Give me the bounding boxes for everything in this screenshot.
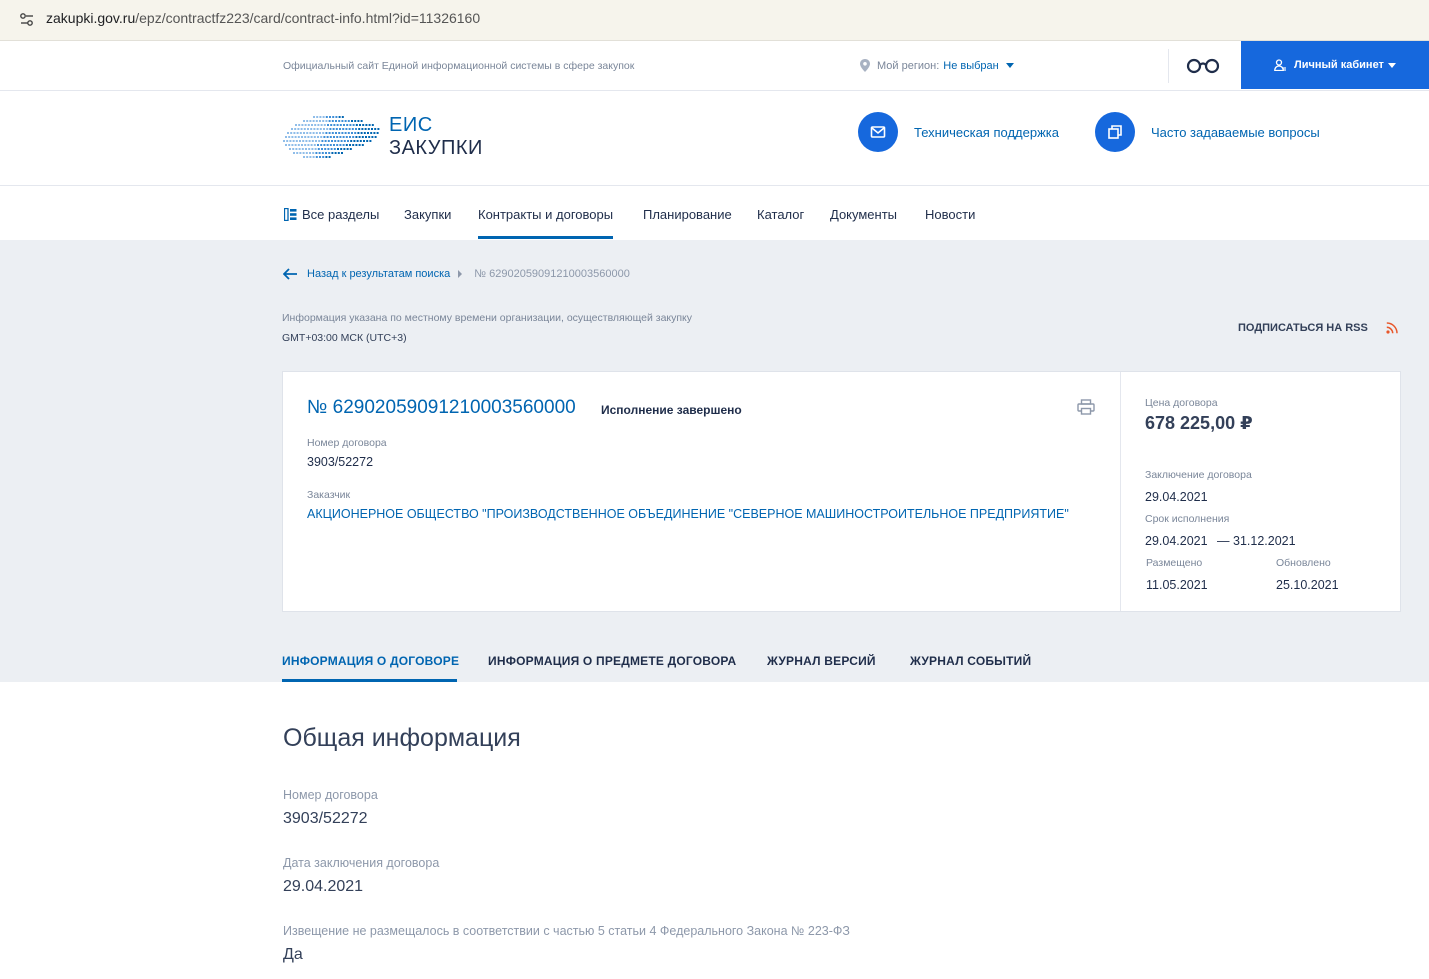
tech-support-link[interactable]: Техническая поддержка: [858, 112, 1059, 152]
conclusion-date: 29.04.2021: [1145, 490, 1208, 504]
breadcrumb-current: № 62902059091210003560000: [474, 268, 630, 280]
logo-line1: ЕИС: [389, 114, 433, 136]
back-to-results-link[interactable]: Назад к результатам поиска: [307, 268, 450, 280]
nav-item-documents[interactable]: Документы: [830, 204, 897, 224]
browser-address-bar: zakupki.gov.ru/epz/contractfz223/card/co…: [0, 0, 1429, 41]
main-nav: Все разделы Закупки Контракты и договоры…: [0, 186, 1429, 240]
mail-icon-circle: [858, 112, 898, 152]
arrow-left-icon[interactable]: [283, 268, 298, 280]
logo-line2: ЗАКУПКИ: [389, 137, 483, 159]
accessibility-glasses-icon[interactable]: [1186, 57, 1220, 75]
print-icon[interactable]: [1077, 399, 1095, 415]
updated-date: 25.10.2021: [1276, 578, 1339, 592]
personal-cabinet-button[interactable]: Личный кабинет: [1241, 41, 1429, 89]
term-label: Срок исполнения: [1145, 513, 1230, 525]
status-badge: Исполнение завершено: [601, 403, 742, 417]
divider: [1168, 49, 1169, 83]
contract-card-main: № 62902059091210003560000 Исполнение зав…: [283, 372, 1121, 611]
site-settings-icon[interactable]: [18, 11, 36, 29]
nav-item-purchases[interactable]: Закупки: [404, 204, 451, 224]
tab-contract-subject[interactable]: ИНФОРМАЦИЯ О ПРЕДМЕТЕ ДОГОВОРА: [488, 654, 736, 668]
nav-item-all-sections[interactable]: Все разделы: [284, 204, 379, 224]
timezone-value: GMT+03:00 МСК (UTC+3): [282, 332, 407, 344]
field-value: Да: [283, 946, 303, 963]
placed-label: Размещено: [1146, 557, 1203, 569]
active-tab-underline: [282, 679, 457, 682]
contract-header-band: Назад к результатам поиска № 62902059091…: [0, 240, 1429, 682]
nav-item-news[interactable]: Новости: [925, 204, 975, 224]
url-text[interactable]: zakupki.gov.ru/epz/contractfz223/card/co…: [46, 10, 480, 26]
term-end: 31.12.2021: [1233, 534, 1296, 548]
contract-card: № 62902059091210003560000 Исполнение зав…: [282, 371, 1401, 612]
field-label: Дата заключения договора: [283, 856, 440, 870]
chevron-down-icon: [1005, 63, 1014, 68]
user-icon: [1274, 59, 1287, 71]
field-value: 3903/52272: [283, 810, 368, 827]
price-value: 678 225,00 ₽: [1145, 413, 1253, 433]
nav-item-planning[interactable]: Планирование: [643, 204, 732, 224]
cabinet-label: Личный кабинет: [1294, 59, 1384, 71]
timezone-note: Информация указана по местному времени о…: [282, 312, 693, 324]
faq-icon-circle: [1095, 112, 1135, 152]
tab-version-log[interactable]: ЖУРНАЛ ВЕРСИЙ: [767, 654, 876, 668]
rss-subscribe-link[interactable]: ПОДПИСАТЬСЯ НА RSS: [1238, 322, 1398, 334]
nav-label: Все разделы: [302, 206, 380, 222]
registry-number-link[interactable]: № 62902059091210003560000: [307, 397, 576, 419]
field-label: Извещение не размещалось в соответствии …: [283, 924, 850, 938]
nav-item-catalog[interactable]: Каталог: [757, 204, 804, 224]
price-label: Цена договора: [1145, 397, 1218, 409]
region-selector[interactable]: Мой регион: Не выбран: [860, 59, 1014, 72]
location-pin-icon: [860, 59, 870, 72]
field-label: Номер договора: [283, 788, 378, 802]
nav-item-contracts[interactable]: Контракты и договоры: [478, 204, 614, 239]
customer-link[interactable]: АКЦИОНЕРНОЕ ОБЩЕСТВО "ПРОИЗВОДСТВЕННОЕ О…: [307, 507, 1069, 521]
field-value: 29.04.2021: [283, 878, 364, 895]
chevron-right-icon: [458, 270, 463, 278]
eis-logo-text[interactable]: ЕИС ЗАКУПКИ: [389, 114, 483, 160]
russia-map-logo-icon[interactable]: [283, 110, 383, 164]
tech-support-label: Техническая поддержка: [914, 124, 1059, 140]
chevron-down-icon: [1387, 62, 1396, 68]
placed-date: 11.05.2021: [1146, 578, 1208, 592]
breadcrumb: Назад к результатам поиска № 62902059091…: [283, 268, 630, 280]
term-start: 29.04.2021: [1145, 534, 1208, 548]
general-info-title: Общая информация: [283, 724, 521, 752]
rss-label: ПОДПИСАТЬСЯ НА RSS: [1238, 322, 1368, 334]
top-header: Официальный сайт Единой информационной с…: [0, 41, 1429, 91]
region-label: Мой регион:: [877, 59, 940, 72]
updated-label: Обновлено: [1276, 557, 1331, 569]
tab-contract-info[interactable]: ИНФОРМАЦИЯ О ДОГОВОРЕ: [282, 654, 459, 668]
sections-list-icon: [284, 207, 297, 221]
copy-windows-icon: [1108, 125, 1122, 139]
faq-label: Часто задаваемые вопросы: [1151, 124, 1320, 140]
contract-number-value: 3903/52272: [307, 455, 374, 469]
faq-link[interactable]: Часто задаваемые вопросы: [1095, 112, 1320, 152]
tab-event-log[interactable]: ЖУРНАЛ СОБЫТИЙ: [910, 654, 1031, 668]
term-dash: —: [1217, 534, 1230, 548]
mail-icon: [870, 126, 886, 138]
region-value[interactable]: Не выбран: [943, 60, 998, 72]
contract-number-label: Номер договора: [307, 437, 387, 449]
rss-icon: [1386, 322, 1398, 334]
logo-row: ЕИС ЗАКУПКИ Техническая поддержка Часто …: [0, 91, 1429, 186]
official-site-text: Официальный сайт Единой информационной с…: [283, 60, 635, 72]
conclusion-label: Заключение договора: [1145, 469, 1252, 481]
customer-label: Заказчик: [307, 489, 351, 501]
